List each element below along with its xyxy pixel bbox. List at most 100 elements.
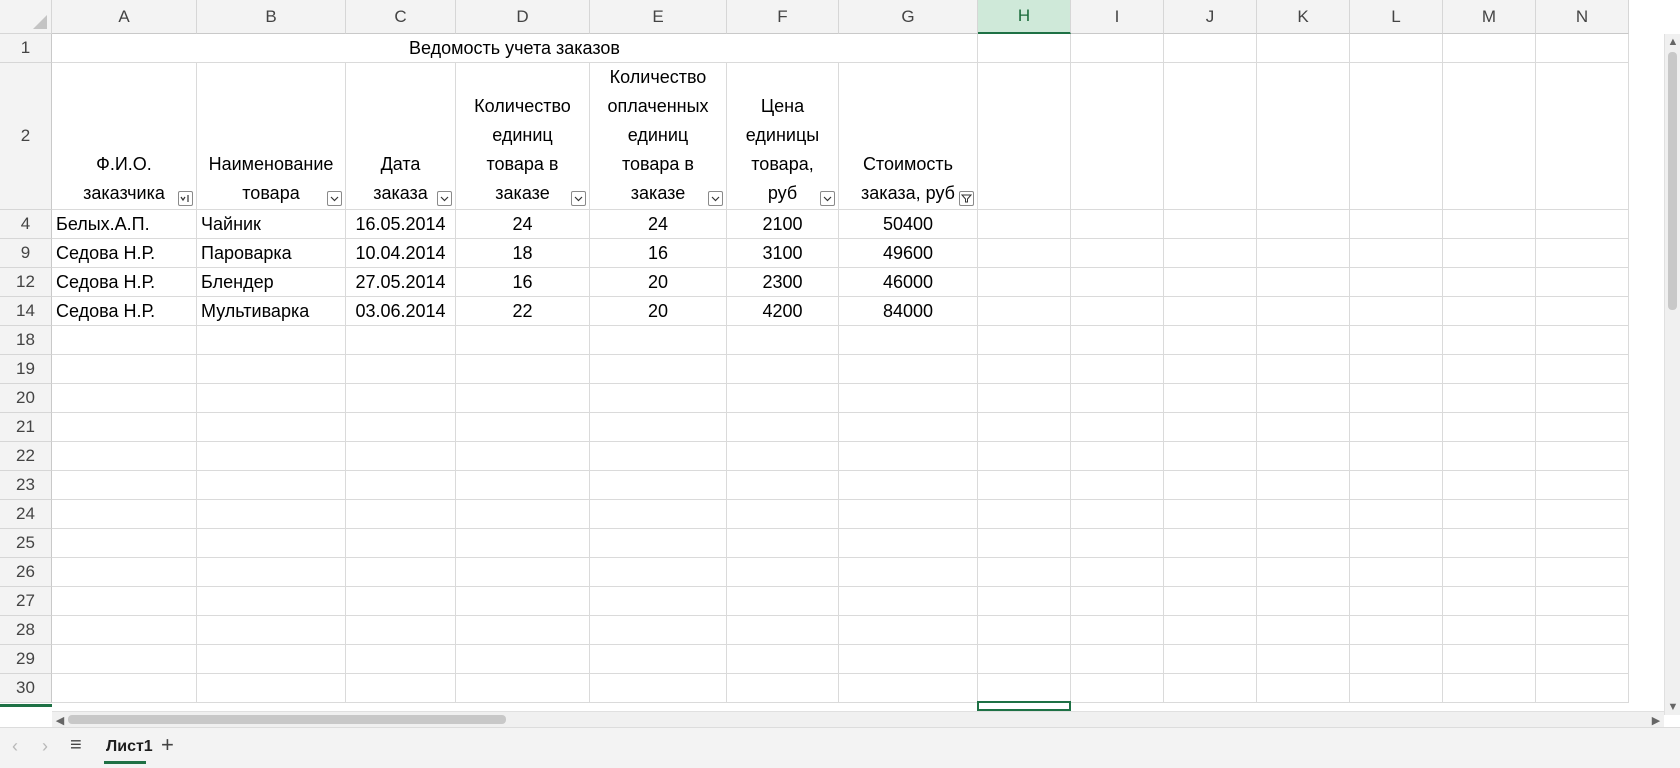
empty-cell[interactable] — [197, 355, 346, 384]
empty-cell[interactable] — [346, 529, 456, 558]
table-cell[interactable]: Седова Н.Р. — [52, 239, 197, 268]
empty-cell[interactable] — [1350, 34, 1443, 63]
column-header-m[interactable]: M — [1443, 0, 1536, 34]
row-header-20[interactable]: 20 — [0, 384, 52, 413]
row-header-24[interactable]: 24 — [0, 500, 52, 529]
empty-cell[interactable] — [197, 471, 346, 500]
empty-cell[interactable] — [839, 645, 978, 674]
empty-cell[interactable] — [1443, 239, 1536, 268]
empty-cell[interactable] — [1536, 210, 1629, 239]
empty-cell[interactable] — [839, 616, 978, 645]
empty-cell[interactable] — [456, 326, 590, 355]
empty-cell[interactable] — [1164, 384, 1257, 413]
empty-cell[interactable] — [590, 355, 727, 384]
empty-cell[interactable] — [1257, 268, 1350, 297]
filter-dropdown-icon[interactable] — [571, 191, 586, 206]
empty-cell[interactable] — [197, 442, 346, 471]
empty-cell[interactable] — [1257, 558, 1350, 587]
table-cell[interactable]: 46000 — [839, 268, 978, 297]
row-header-21[interactable]: 21 — [0, 413, 52, 442]
row-header-14[interactable]: 14 — [0, 297, 52, 326]
empty-cell[interactable] — [197, 413, 346, 442]
horizontal-scrollbar[interactable]: ◀ ▶ — [52, 711, 1664, 727]
empty-cell[interactable] — [456, 500, 590, 529]
next-sheet-icon[interactable]: › — [42, 736, 48, 757]
empty-cell[interactable] — [1257, 63, 1350, 210]
empty-cell[interactable] — [839, 442, 978, 471]
empty-cell[interactable] — [1164, 674, 1257, 703]
empty-cell[interactable] — [1164, 442, 1257, 471]
empty-cell[interactable] — [1350, 674, 1443, 703]
empty-cell[interactable] — [456, 413, 590, 442]
empty-cell[interactable] — [590, 616, 727, 645]
row-header-29[interactable]: 29 — [0, 645, 52, 674]
empty-cell[interactable] — [1257, 587, 1350, 616]
column-header-i[interactable]: I — [1071, 0, 1164, 34]
empty-cell[interactable] — [590, 500, 727, 529]
empty-cell[interactable] — [978, 239, 1071, 268]
empty-cell[interactable] — [1257, 355, 1350, 384]
empty-cell[interactable] — [1164, 500, 1257, 529]
table-cell[interactable]: Белых.А.П. — [52, 210, 197, 239]
scroll-left-icon[interactable]: ◀ — [52, 712, 68, 728]
empty-cell[interactable] — [727, 587, 839, 616]
column-header-e[interactable]: E — [590, 0, 727, 34]
empty-cell[interactable] — [1164, 34, 1257, 63]
column-header-l[interactable]: L — [1350, 0, 1443, 34]
column-header-d[interactable]: D — [456, 0, 590, 34]
empty-cell[interactable] — [346, 645, 456, 674]
empty-cell[interactable] — [1350, 63, 1443, 210]
table-cell[interactable]: Блендер — [197, 268, 346, 297]
empty-cell[interactable] — [1164, 587, 1257, 616]
header-cell-a[interactable]: Ф.И.О. заказчика — [52, 63, 197, 210]
table-cell[interactable]: 10.04.2014 — [346, 239, 456, 268]
empty-cell[interactable] — [1536, 529, 1629, 558]
empty-cell[interactable] — [52, 384, 197, 413]
empty-cell[interactable] — [346, 616, 456, 645]
column-header-c[interactable]: C — [346, 0, 456, 34]
filter-dropdown-icon[interactable] — [820, 191, 835, 206]
table-title[interactable]: Ведомость учета заказов — [52, 34, 978, 63]
row-header-18[interactable]: 18 — [0, 326, 52, 355]
header-cell-g[interactable]: Стоимость заказа, руб — [839, 63, 978, 210]
empty-cell[interactable] — [839, 384, 978, 413]
empty-cell[interactable] — [1071, 384, 1164, 413]
column-header-f[interactable]: F — [727, 0, 839, 34]
empty-cell[interactable] — [346, 500, 456, 529]
empty-cell[interactable] — [1536, 616, 1629, 645]
empty-cell[interactable] — [1071, 297, 1164, 326]
header-cell-f[interactable]: Цена единицы товара, руб — [727, 63, 839, 210]
empty-cell[interactable] — [456, 558, 590, 587]
empty-cell[interactable] — [1071, 500, 1164, 529]
empty-cell[interactable] — [1443, 645, 1536, 674]
empty-cell[interactable] — [1164, 210, 1257, 239]
table-cell[interactable]: 20 — [590, 297, 727, 326]
empty-cell[interactable] — [1443, 558, 1536, 587]
active-filter-icon[interactable] — [959, 191, 974, 206]
empty-cell[interactable] — [346, 442, 456, 471]
empty-cell[interactable] — [52, 326, 197, 355]
table-cell[interactable]: 22 — [456, 297, 590, 326]
empty-cell[interactable] — [1350, 471, 1443, 500]
empty-cell[interactable] — [1536, 413, 1629, 442]
row-header-25[interactable]: 25 — [0, 529, 52, 558]
empty-cell[interactable] — [1350, 616, 1443, 645]
empty-cell[interactable] — [197, 558, 346, 587]
empty-cell[interactable] — [1443, 500, 1536, 529]
empty-cell[interactable] — [1071, 268, 1164, 297]
empty-cell[interactable] — [52, 587, 197, 616]
empty-cell[interactable] — [1071, 326, 1164, 355]
empty-cell[interactable] — [727, 471, 839, 500]
row-header-27[interactable]: 27 — [0, 587, 52, 616]
empty-cell[interactable] — [52, 355, 197, 384]
empty-cell[interactable] — [1164, 63, 1257, 210]
empty-cell[interactable] — [1350, 355, 1443, 384]
empty-cell[interactable] — [1071, 355, 1164, 384]
empty-cell[interactable] — [1071, 558, 1164, 587]
empty-cell[interactable] — [1350, 442, 1443, 471]
sheet-tab-list1[interactable]: Лист1 — [104, 732, 155, 762]
empty-cell[interactable] — [346, 384, 456, 413]
row-header-4[interactable]: 4 — [0, 210, 52, 239]
empty-cell[interactable] — [590, 384, 727, 413]
horizontal-scroll-thumb[interactable] — [68, 715, 506, 724]
